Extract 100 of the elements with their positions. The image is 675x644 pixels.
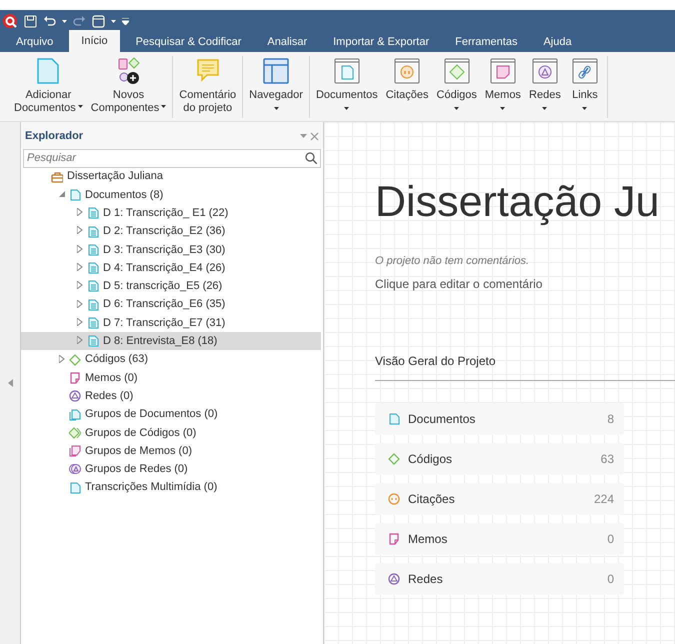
ribbon-button[interactable]: Documentos <box>314 56 380 118</box>
panel-title: Explorador <box>25 129 84 144</box>
collapsed-arrow-icon[interactable] <box>59 354 65 363</box>
diamond-icon <box>388 452 400 464</box>
collapse-arrow-icon[interactable] <box>8 379 12 387</box>
documents-icon <box>69 408 81 420</box>
ribbon-button[interactable]: Adicionar Documentos <box>12 56 85 118</box>
diamond-icon <box>69 354 81 366</box>
app-logo-icon[interactable] <box>2 13 18 29</box>
document-icon <box>87 317 99 330</box>
expanded-arrow-icon[interactable] <box>59 190 65 197</box>
tree-item[interactable]: D 7: Transcrição_E7 (31) <box>21 314 321 332</box>
document-icon <box>87 335 99 348</box>
collapsed-arrow-icon[interactable] <box>77 318 83 326</box>
dropdown-arrow-icon[interactable] <box>62 20 67 22</box>
tree-item[interactable]: Grupos de Redes (0) <box>21 460 321 479</box>
ribbon-button[interactable]: Redes <box>526 56 563 118</box>
ribbon-tab[interactable]: Arquivo <box>6 32 64 52</box>
tree-label: Memos (0) <box>85 370 138 386</box>
document-icon <box>69 188 81 201</box>
overview-heading: Visão Geral do Projeto <box>375 352 675 380</box>
overview-count: 63 <box>600 450 614 468</box>
ribbon-tab[interactable]: Ferramentas <box>445 32 528 52</box>
tree-label: Grupos de Códigos (0) <box>85 426 196 441</box>
collapsed-arrow-icon[interactable] <box>77 281 83 290</box>
document-icon <box>388 412 400 424</box>
tree-item[interactable]: D 1: Transcrição_ E1 (22) <box>21 204 321 222</box>
tree-item[interactable]: D 5: transcrição_E5 (26) <box>21 277 321 296</box>
tree-item[interactable]: D 8: Entrevista_E8 (18) <box>21 332 321 350</box>
ribbon-tab[interactable]: Analisar <box>257 32 318 52</box>
overview-label: Memos <box>408 530 448 548</box>
tree-item[interactable]: Documentos (8) <box>21 186 321 204</box>
collapsed-arrow-icon[interactable] <box>77 244 83 253</box>
ribbon-button[interactable]: Memos <box>482 56 523 118</box>
tree-label: Grupos de Redes (0) <box>85 462 188 478</box>
quote-icon <box>388 492 400 504</box>
overview-label: Documentos <box>408 410 476 428</box>
tree-item[interactable]: Códigos (63) <box>21 350 321 369</box>
ribbon-button[interactable]: Códigos <box>434 56 479 118</box>
document-icon <box>87 280 99 292</box>
tree-item[interactable]: Memos (0) <box>21 368 321 388</box>
ribbon-tab[interactable]: Importar & Exportar <box>323 32 440 52</box>
project-title: Dissertação Ju <box>375 177 660 227</box>
edit-comment-link[interactable]: Clique para editar o comentário <box>375 274 675 292</box>
network-icon <box>69 390 81 402</box>
tree-item[interactable]: D 4: Transcrição_E4 (26) <box>21 258 321 278</box>
tree-label: D 4: Transcrição_E4 (26) <box>103 260 226 276</box>
document-icon <box>87 262 99 274</box>
ribbon-tab[interactable]: Pesquisar & Codificar <box>126 32 252 52</box>
tree-item[interactable]: D 6: Transcrição_E6 (35) <box>21 296 321 314</box>
tree-item[interactable]: Grupos de Memos (0) <box>21 442 321 460</box>
briefcase-icon <box>51 170 63 183</box>
tree-label: D 5: transcrição_E5 (26) <box>103 279 222 294</box>
tree-item[interactable]: D 2: Transcrição_E2 (36) <box>21 222 321 241</box>
collapsed-arrow-icon[interactable] <box>77 208 83 216</box>
dropdown-arrow-icon[interactable] <box>111 20 116 22</box>
tree-label: D 8: Entrevista_E8 (18) <box>103 334 218 350</box>
memo-icon <box>69 372 81 384</box>
search-icon[interactable] <box>305 152 317 164</box>
overview-count: 8 <box>607 410 614 428</box>
document-icon <box>87 226 99 238</box>
tree-label: Grupos de Memos (0) <box>85 444 192 459</box>
undo-icon[interactable] <box>43 14 56 28</box>
ribbon-button[interactable]: Comentário do projeto <box>177 56 238 118</box>
customize-icon[interactable] <box>122 18 129 24</box>
tree-item[interactable]: Grupos de Documentos (0) <box>21 405 321 424</box>
tree-item[interactable]: Transcrições Multimídia (0) <box>21 478 321 497</box>
tree-item[interactable]: Grupos de Códigos (0) <box>21 424 321 442</box>
overview-count: 0 <box>607 530 614 548</box>
search-field[interactable]: Pesquisar <box>23 148 321 168</box>
diamonds-icon <box>69 426 81 439</box>
ribbon-button[interactable]: Navegador <box>247 56 305 118</box>
close-icon[interactable] <box>310 132 319 141</box>
document-icon <box>87 207 99 220</box>
ribbon-button[interactable]: Citações <box>384 56 431 118</box>
ribbon-button[interactable]: Links <box>566 56 603 118</box>
tree-label: Grupos de Documentos (0) <box>85 407 218 422</box>
ribbon-tab[interactable]: Ajuda <box>533 32 582 52</box>
overview-count: 224 <box>594 490 614 508</box>
tree-item[interactable]: D 3: Transcrição_E3 (30) <box>21 240 321 259</box>
tree-label: D 1: Transcrição_ E1 (22) <box>103 206 228 221</box>
tree-item[interactable]: Redes (0) <box>21 387 321 406</box>
tree-label: Transcrições Multimídia (0) <box>85 480 218 496</box>
overview-label: Redes <box>408 570 444 588</box>
ribbon-button[interactable]: Novos Componentes <box>88 56 168 118</box>
document-icon <box>69 482 81 494</box>
ribbon-tab[interactable]: Início <box>69 30 120 52</box>
memos-icon <box>69 445 81 458</box>
tree-label: D 7: Transcrição_E7 (31) <box>103 316 226 331</box>
collapsed-arrow-icon[interactable] <box>77 300 83 308</box>
document-icon <box>87 298 99 311</box>
document-icon <box>87 244 99 256</box>
collapsed-arrow-icon[interactable] <box>77 226 83 234</box>
collapsed-arrow-icon[interactable] <box>77 336 83 344</box>
collapsed-arrow-icon[interactable] <box>77 263 83 272</box>
save-icon[interactable] <box>24 14 37 28</box>
tree-item[interactable]: Dissertação Juliana <box>21 168 321 186</box>
redo-icon[interactable] <box>73 14 86 28</box>
window-icon[interactable] <box>92 14 105 28</box>
tree-label: D 6: Transcrição_E6 (35) <box>103 297 226 312</box>
